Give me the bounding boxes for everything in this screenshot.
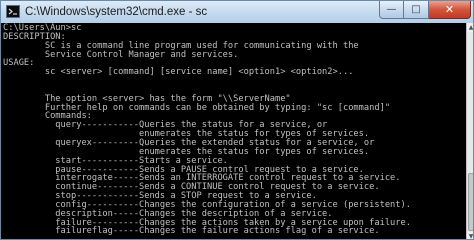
vertical-scrollbar[interactable]: ▲ ▼ <box>466 23 473 239</box>
console-text: C:\Users\Aun>sc DESCRIPTION: SC is a com… <box>3 24 411 236</box>
window-title: C:\Windows\system32\cmd.exe - sc <box>25 6 208 18</box>
console-output[interactable]: C:\Users\Aun>sc DESCRIPTION: SC is a com… <box>1 23 473 239</box>
window-controls: — □ ✕ <box>379 1 471 19</box>
maximize-button[interactable]: □ <box>404 1 429 19</box>
maximize-icon: □ <box>411 4 421 15</box>
title-bar[interactable]: C:\Windows\system32\cmd.exe - sc — □ ✕ <box>1 1 473 23</box>
scroll-thumb[interactable] <box>468 173 473 231</box>
console-line: Service Control Manager and services. <box>3 49 239 60</box>
cmd-window: C:\Windows\system32\cmd.exe - sc — □ ✕ C… <box>0 0 474 240</box>
minimize-button[interactable]: — <box>379 1 404 19</box>
scroll-up-arrow-icon[interactable]: ▲ <box>467 23 473 32</box>
scroll-down-arrow-icon[interactable]: ▼ <box>467 232 473 239</box>
console-line: failureflag-----Changes the failure acti… <box>3 226 380 237</box>
close-icon: ✕ <box>444 3 455 16</box>
console-line: sc <server> [command] [service name] <op… <box>3 67 354 78</box>
close-button[interactable]: ✕ <box>429 1 471 19</box>
minimize-icon: — <box>386 4 397 15</box>
command-prompt-icon[interactable] <box>6 5 20 18</box>
